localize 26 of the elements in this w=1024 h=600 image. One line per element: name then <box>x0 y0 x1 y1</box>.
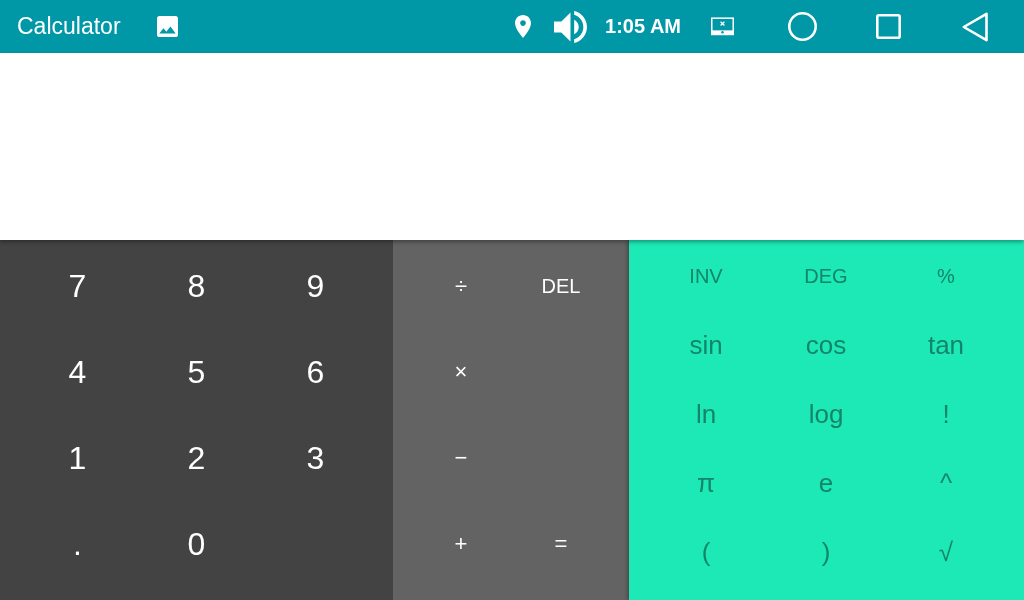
number-key[interactable]: 1 <box>18 415 137 501</box>
operator-key[interactable]: × <box>411 329 511 415</box>
operator-key[interactable]: − <box>411 415 511 501</box>
image-icon <box>156 16 178 37</box>
number-key[interactable]: 8 <box>137 243 256 329</box>
number-key[interactable]: 4 <box>18 329 137 415</box>
number-key[interactable]: 3 <box>256 415 375 501</box>
clock-time: 1:05 AM <box>605 15 681 38</box>
number-key[interactable]: 2 <box>137 415 256 501</box>
app-title: Calculator <box>17 13 121 40</box>
number-key[interactable]: 6 <box>256 329 375 415</box>
screen-icon[interactable] <box>711 16 734 37</box>
operator-key[interactable]: DEL <box>511 243 611 329</box>
number-key[interactable]: 9 <box>256 243 375 329</box>
number-key[interactable]: . <box>18 501 137 587</box>
number-key[interactable]: 7 <box>18 243 137 329</box>
triangle-icon[interactable] <box>962 11 988 42</box>
number-key[interactable]: 5 <box>137 329 256 415</box>
circle-icon[interactable] <box>788 12 817 41</box>
operator-key[interactable]: = <box>511 501 611 587</box>
number-key[interactable]: 0 <box>137 501 256 587</box>
speaker-icon <box>554 10 588 43</box>
operator-key[interactable]: ÷ <box>411 243 511 329</box>
location-pin-icon <box>515 15 532 38</box>
square-icon[interactable] <box>876 14 901 39</box>
operator-key[interactable]: + <box>411 501 511 587</box>
